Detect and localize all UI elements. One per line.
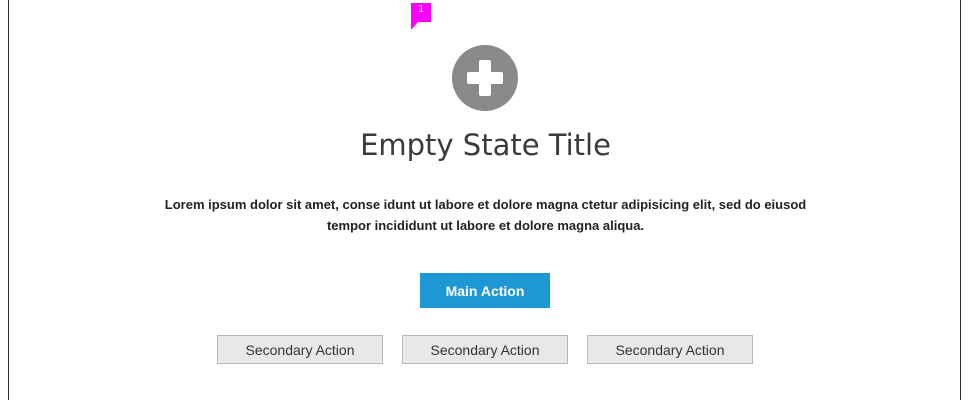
secondary-action-button-1[interactable]: Secondary Action (217, 335, 383, 364)
empty-state-title: Empty State Title (360, 128, 611, 162)
annotation-marker-tail (411, 21, 419, 30)
plus-circle-icon (452, 45, 518, 111)
annotation-marker: 1 (411, 3, 431, 30)
secondary-actions: Secondary Action Secondary Action Second… (217, 335, 762, 364)
empty-state-description: Lorem ipsum dolor sit amet, conse idunt … (164, 197, 807, 233)
main-action-button[interactable]: Main Action (420, 273, 550, 308)
annotation-number: 1 (411, 3, 431, 22)
secondary-action-button-3[interactable]: Secondary Action (587, 335, 753, 364)
empty-state-panel: 1 Empty State Title Lorem ipsum dolor si… (8, 0, 961, 400)
secondary-action-button-2[interactable]: Secondary Action (402, 335, 568, 364)
